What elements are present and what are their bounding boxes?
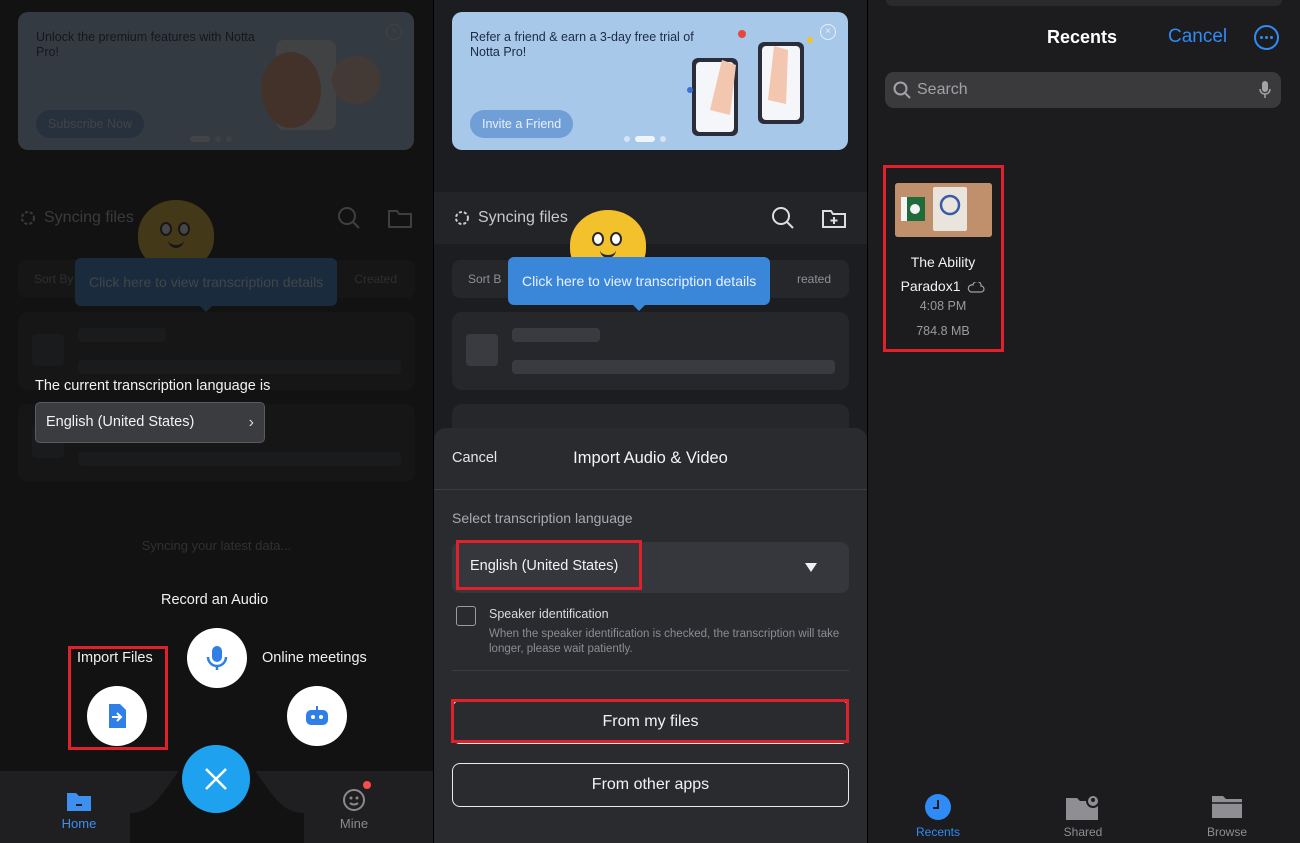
clock-icon — [925, 794, 951, 820]
sort-created-label: reated — [796, 272, 831, 286]
chevron-right-icon: › — [248, 414, 254, 431]
tab-browse[interactable]: Browse — [1187, 793, 1267, 839]
close-icon — [205, 768, 227, 790]
sort-by-label: Sort By — [34, 272, 74, 286]
transcription-tooltip[interactable]: Click here to view transcription details — [508, 257, 771, 311]
ios-files-picker-panel: Recents Cancel Search The Ability Parado… — [868, 0, 1300, 843]
tab-browse-label: Browse — [1206, 825, 1247, 839]
online-meetings-button[interactable] — [287, 686, 347, 746]
new-folder-icon[interactable] — [821, 206, 847, 230]
home-folder-icon — [67, 793, 91, 811]
tab-mine[interactable]: Mine — [326, 788, 382, 831]
search-field[interactable]: Search — [885, 72, 1281, 108]
language-note: The current transcription language is — [35, 378, 271, 394]
sync-row: Syncing files — [0, 192, 433, 244]
tab-home-label: Home — [61, 816, 97, 831]
promo-banner-text: Unlock the premium features with Notta P… — [36, 30, 255, 59]
new-folder-icon[interactable] — [387, 206, 413, 230]
promo-illustration — [261, 40, 380, 130]
shared-folder-icon — [1066, 794, 1100, 820]
search-icon[interactable] — [771, 206, 795, 230]
sync-row: Syncing files — [434, 192, 867, 244]
spinner-icon — [455, 211, 469, 225]
spinner-icon — [21, 211, 35, 225]
picker-title: Recents — [1046, 27, 1118, 47]
import-files-highlight — [68, 646, 168, 750]
subscribe-button[interactable]: Subscribe Now — [36, 110, 145, 138]
from-my-files-highlight — [451, 699, 849, 743]
robot-icon — [306, 706, 328, 725]
language-highlight — [456, 540, 642, 590]
sort-by-label: Sort B — [468, 272, 502, 286]
close-menu-button[interactable] — [182, 745, 250, 813]
transcription-tooltip[interactable]: Click here to view transcription details — [75, 258, 338, 312]
notta-import-panel: Refer a friend & earn a 3-day free trial… — [434, 0, 867, 843]
sheet-grabber — [886, 0, 1282, 6]
sheet-title: Import Audio & Video — [573, 449, 728, 467]
referral-banner[interactable]: Refer a friend & earn a 3-day free trial… — [452, 12, 848, 150]
speaker-id-title: Speaker identification — [489, 607, 609, 621]
banner-pager — [190, 136, 232, 142]
profile-icon — [343, 789, 365, 811]
tab-recents-label: Recents — [915, 825, 961, 839]
sync-label: Syncing files — [478, 209, 568, 226]
microphone-icon — [206, 646, 228, 670]
banner-pager — [624, 136, 666, 142]
language-value: English (United States) — [46, 414, 195, 430]
syncing-message: Syncing your latest data... — [141, 538, 292, 553]
notta-home-panel: Unlock the premium features with Notta P… — [0, 0, 433, 843]
import-sheet: Cancel Import Audio & Video Select trans… — [434, 428, 867, 843]
from-other-apps-button[interactable]: From other apps — [452, 763, 849, 807]
dropdown-triangle-icon — [805, 563, 817, 572]
tab-mine-label: Mine — [339, 816, 369, 831]
tab-shared-label: Shared — [1063, 825, 1103, 839]
tab-recents[interactable]: Recents — [898, 793, 978, 839]
sync-label: Syncing files — [44, 209, 134, 226]
search-icon[interactable] — [337, 206, 361, 230]
record-audio-button[interactable] — [187, 628, 247, 688]
speaker-id-checkbox[interactable] — [456, 606, 476, 626]
referral-illustration — [687, 30, 813, 136]
skeleton-card — [452, 312, 849, 390]
file-highlight — [883, 165, 1004, 352]
promo-banner[interactable]: Unlock the premium features with Notta P… — [18, 12, 414, 150]
picker-cancel-button[interactable]: Cancel — [1168, 26, 1227, 48]
tab-shared[interactable]: Shared — [1043, 793, 1123, 839]
search-placeholder: Search — [917, 81, 968, 98]
referral-banner-text: Refer a friend & earn a 3-day free trial… — [470, 30, 694, 59]
divider — [452, 670, 849, 671]
search-icon — [893, 81, 911, 99]
speaker-id-description: When the speaker identification is check… — [489, 628, 840, 655]
folder-icon — [1212, 796, 1242, 818]
online-meetings-label: Online meetings — [262, 650, 367, 666]
microphone-icon[interactable] — [1259, 80, 1271, 100]
sheet-header: Cancel Import Audio & Video — [434, 428, 867, 490]
language-select-label: Select transcription language — [452, 510, 633, 526]
language-selector[interactable]: English (United States) › — [35, 402, 265, 443]
notification-dot — [363, 781, 371, 789]
invite-friend-button[interactable]: Invite a Friend — [470, 110, 574, 138]
tab-home[interactable]: Home — [52, 790, 106, 831]
more-options-icon[interactable] — [1254, 25, 1279, 50]
record-audio-label: Record an Audio — [161, 592, 269, 608]
sort-created-label: Created — [354, 272, 397, 286]
